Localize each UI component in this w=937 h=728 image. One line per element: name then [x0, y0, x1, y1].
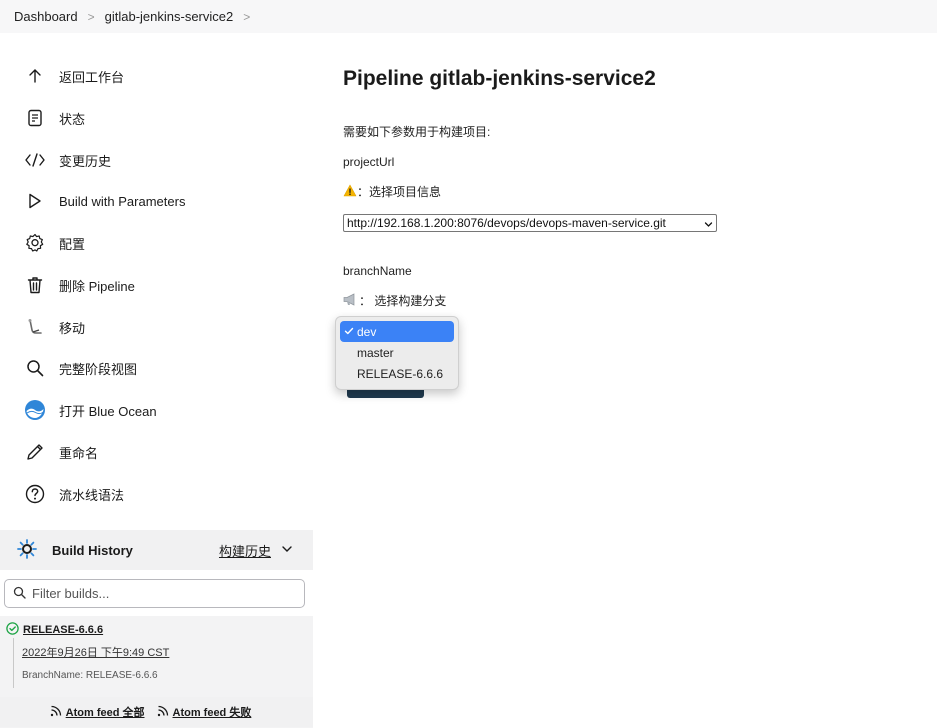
sidebar-item-label: 状态 [59, 111, 86, 127]
param-desc-branchname: ： 选择构建分支 [343, 292, 446, 309]
success-check-icon [6, 622, 19, 638]
dropdown-option-release[interactable]: RELEASE-6.6.6 [340, 363, 454, 384]
sun-icon [16, 538, 38, 563]
rss-icon [50, 705, 62, 720]
build-divider [13, 638, 14, 688]
build-history-title: Build History [52, 542, 133, 558]
sidebar-item-label: 删除 Pipeline [59, 278, 135, 294]
sidebar-item-status[interactable]: 状态 [24, 104, 85, 132]
build-param-text: BranchName: RELEASE-6.6.6 [22, 670, 158, 681]
build-trend-link[interactable]: 构建历史 [219, 541, 271, 560]
sidebar-item-back-to-dashboard[interactable]: 返回工作台 [24, 62, 124, 90]
search-icon [24, 357, 46, 379]
atom-feed-all-link[interactable]: Atom feed 全部 [66, 704, 145, 720]
param-desc-text: ：选择项目信息 [357, 185, 442, 199]
chevron-down-icon[interactable] [281, 543, 293, 558]
branchname-dropdown[interactable]: dev master RELEASE-6.6.6 [335, 316, 459, 390]
sidebar-item-full-stage-view[interactable]: 完整阶段视图 [24, 354, 137, 382]
sidebar-item-changes[interactable]: 变更历史 [24, 146, 111, 174]
param-desc-text: ： 选择构建分支 [359, 294, 447, 308]
sidebar-item-label: Build with Parameters [59, 193, 186, 209]
sidebar-item-label: 配置 [59, 236, 86, 252]
sidebar-item-label: 打开 Blue Ocean [59, 403, 157, 419]
document-icon [24, 107, 46, 129]
chevron-right-icon[interactable]: > [243, 10, 250, 24]
sidebar-item-pipeline-syntax[interactable]: 流水线语法 [24, 480, 124, 508]
dropdown-option-label: dev [357, 324, 377, 339]
sidebar-item-label: 返回工作台 [59, 69, 125, 85]
breadcrumb-dashboard[interactable]: Dashboard [14, 9, 78, 24]
sidebar-item-delete-pipeline[interactable]: 删除 Pipeline [24, 271, 135, 299]
sidebar-item-label: 移动 [59, 320, 86, 336]
filter-builds-input[interactable] [32, 586, 292, 601]
projecturl-select-value: http://192.168.1.200:8076/devops/devops-… [347, 216, 666, 230]
chevron-down-icon [704, 218, 713, 232]
breadcrumb-job[interactable]: gitlab-jenkins-service2 [105, 9, 234, 24]
sidebar-item-label: 重命名 [59, 445, 99, 461]
sidebar-item-configure[interactable]: 配置 [24, 229, 85, 257]
dropdown-option-master[interactable]: master [340, 342, 454, 363]
sidebar-item-label: 完整阶段视图 [59, 361, 138, 377]
warning-icon [343, 184, 357, 200]
pencil-icon [24, 441, 46, 463]
sidebar-item-open-blue-ocean[interactable]: 打开 Blue Ocean [24, 396, 157, 424]
code-icon [24, 149, 46, 171]
dropdown-option-label: master [357, 345, 394, 360]
param-name-projecturl: projectUrl [343, 155, 395, 169]
move-icon [24, 316, 46, 338]
rss-icon [157, 705, 169, 720]
search-icon [13, 586, 26, 602]
projecturl-select[interactable]: http://192.168.1.200:8076/devops/devops-… [343, 214, 717, 232]
page-title: Pipeline gitlab-jenkins-service2 [343, 67, 656, 90]
dropdown-option-dev[interactable]: dev [340, 321, 454, 342]
atom-feeds: Atom feed 全部 Atom feed 失败 [0, 697, 313, 727]
sidebar-item-move[interactable]: 移动 [24, 313, 85, 341]
blue-ocean-icon [24, 399, 46, 421]
gear-icon [24, 232, 46, 254]
help-icon [24, 483, 46, 505]
breadcrumb: Dashboard > gitlab-jenkins-service2 > [0, 0, 937, 33]
build-time-link[interactable]: 2022年9月26日 下午9:49 CST [22, 644, 169, 660]
trash-icon [24, 274, 46, 296]
chevron-right-icon: > [87, 9, 95, 24]
arrow-up-icon [24, 65, 46, 87]
dropdown-option-label: RELEASE-6.6.6 [357, 366, 444, 381]
param-name-branchname: branchName [343, 264, 412, 278]
sidebar-item-build-with-parameters[interactable]: Build with Parameters [24, 187, 185, 215]
play-icon [24, 190, 46, 212]
sidebar: 返回工作台 状态 变更历史 Build with Parameters 配置 删… [0, 33, 313, 728]
checkmark-icon [344, 325, 354, 339]
params-intro: 需要如下参数用于构建项目: [343, 125, 491, 139]
filter-builds-field[interactable] [4, 579, 305, 608]
build-history-header: Build History 构建历史 [0, 530, 313, 570]
sidebar-item-rename[interactable]: 重命名 [24, 438, 98, 466]
param-desc-projecturl: ：选择项目信息 [343, 183, 441, 200]
sidebar-item-label: 流水线语法 [59, 487, 125, 503]
build-link[interactable]: RELEASE-6.6.6 [6, 622, 103, 638]
sidebar-item-label: 变更历史 [59, 153, 112, 169]
atom-feed-failed-link[interactable]: Atom feed 失败 [173, 704, 252, 720]
megaphone-icon [343, 292, 359, 309]
build-name-label: RELEASE-6.6.6 [23, 624, 104, 636]
